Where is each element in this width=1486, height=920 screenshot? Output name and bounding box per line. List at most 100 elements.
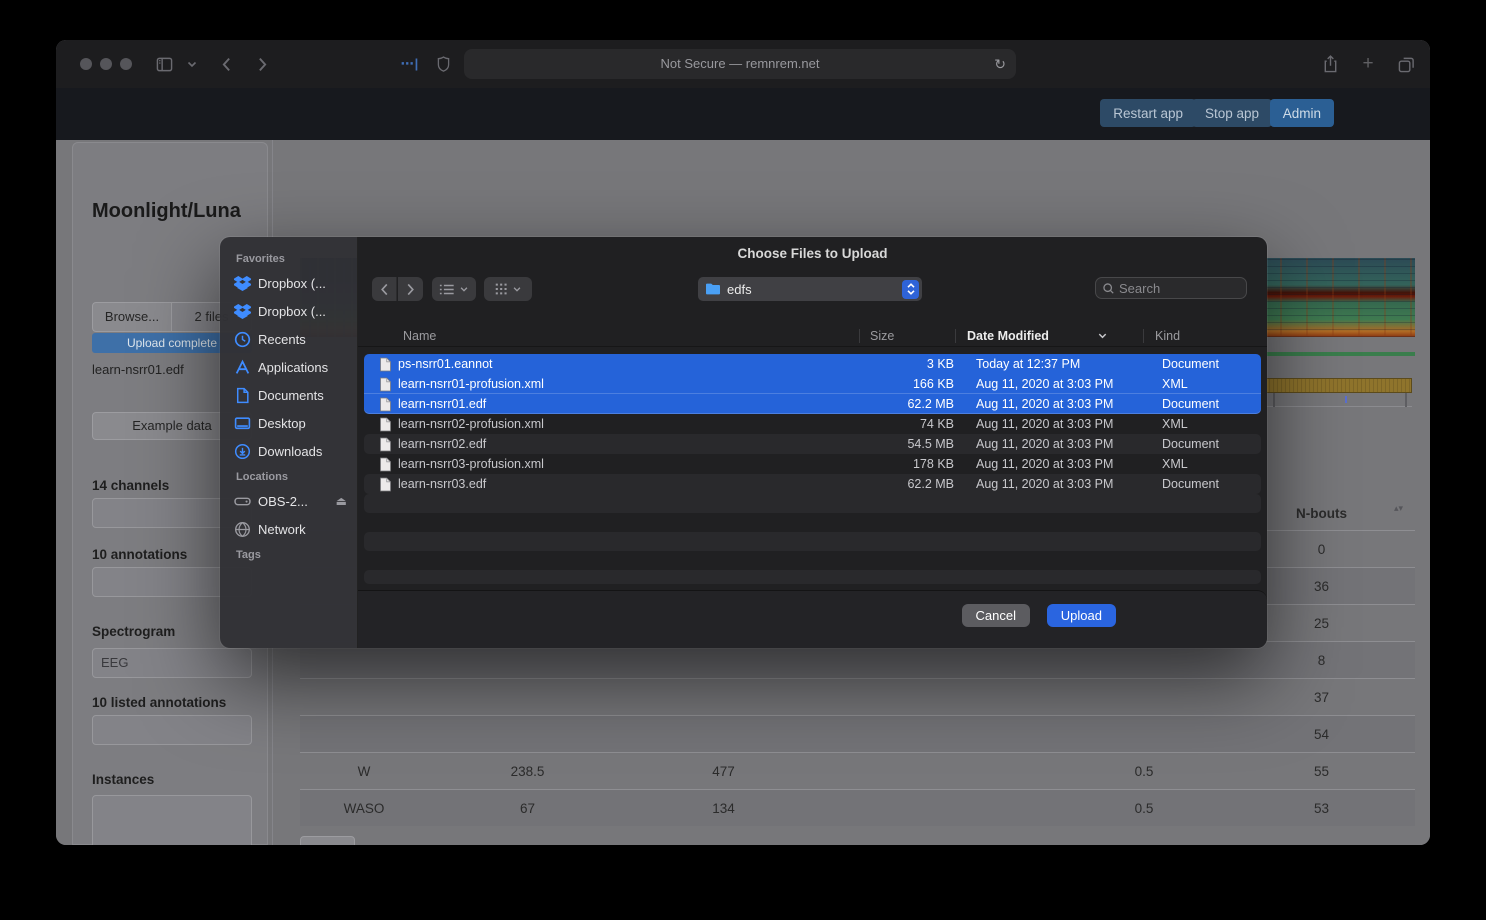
empty-row — [364, 494, 1261, 513]
forward-button[interactable] — [398, 277, 423, 301]
search-input[interactable]: Search — [1095, 277, 1247, 299]
back-icon[interactable] — [214, 52, 238, 76]
file-dialog: FavoritesDropbox (...Dropbox (...Recents… — [220, 237, 1267, 648]
new-tab-icon[interactable]: + — [1356, 52, 1380, 76]
dialog-sidebar-item-dropbox[interactable]: Dropbox (... — [220, 269, 357, 297]
upload-button[interactable]: Upload — [1047, 604, 1116, 627]
empty-row — [364, 551, 1261, 570]
dialog-sidebar-item-desktop[interactable]: Desktop — [220, 409, 357, 437]
file-list: ps-nsrr01.eannot 3 KB Today at 12:37 PM … — [358, 354, 1267, 584]
file-list-header: Name Size Date Modified Kind — [358, 325, 1267, 347]
file-row-learn-nsrr02-edf[interactable]: learn-nsrr02.edf 54.5 MB Aug 11, 2020 at… — [364, 434, 1261, 454]
desktop-icon — [234, 415, 251, 432]
close-window-button[interactable] — [80, 58, 92, 70]
table-row[interactable]: 37 — [300, 678, 1415, 715]
sort-icon[interactable]: ▴▾ — [1394, 504, 1403, 513]
table-row-waso[interactable]: WASO671340.553 — [300, 789, 1415, 826]
dialog-footer: Cancel Upload — [358, 590, 1267, 648]
file-row-learn-nsrr01-edf[interactable]: learn-nsrr01.edf 62.2 MB Aug 11, 2020 at… — [364, 394, 1261, 414]
dialog-sidebar-item-dropbox[interactable]: Dropbox (... — [220, 297, 357, 325]
column-size[interactable]: Size — [860, 329, 955, 343]
file-icon — [379, 397, 392, 412]
dialog-sidebar-item-obs-2[interactable]: OBS-2...⏏ — [220, 487, 357, 515]
dialog-sidebar-item-documents[interactable]: Documents — [220, 381, 357, 409]
address-bar-text: Not Secure — remnrem.net — [661, 56, 820, 71]
table-row[interactable]: 54 — [300, 715, 1415, 752]
eject-icon[interactable]: ⏏ — [336, 494, 347, 508]
reload-icon[interactable]: ↻ — [994, 49, 1006, 79]
folder-dropdown[interactable]: edfs — [698, 277, 922, 301]
icon-view-button[interactable] — [484, 277, 532, 301]
minimize-window-button[interactable] — [100, 58, 112, 70]
file-icon — [379, 477, 392, 492]
dropbox-icon — [234, 303, 251, 320]
globe-icon — [234, 521, 251, 538]
file-row-learn-nsrr01-profusion-xml[interactable]: learn-nsrr01-profusion.xml 166 KB Aug 11… — [364, 374, 1261, 394]
dialog-sidebar: FavoritesDropbox (...Dropbox (...Recents… — [220, 237, 358, 648]
dropdown-stepper-icon — [902, 280, 919, 299]
dialog-sidebar-item-recents[interactable]: Recents — [220, 325, 357, 353]
browser-toolbar: ⋯| Not Secure — remnrem.net ↻ + — [56, 40, 1430, 88]
search-icon — [1102, 282, 1115, 295]
dialog-sidebar-item-network[interactable]: Network — [220, 515, 357, 543]
sidebar-toggle-icon[interactable] — [152, 52, 176, 76]
stop-app-button[interactable]: Stop app — [1192, 99, 1272, 127]
sidebar-section-locations: Locations — [220, 465, 357, 487]
file-icon — [379, 417, 392, 432]
forward-icon[interactable] — [250, 52, 274, 76]
instances-select[interactable] — [92, 795, 252, 845]
file-row-learn-nsrr03-edf[interactable]: learn-nsrr03.edf 62.2 MB Aug 11, 2020 at… — [364, 474, 1261, 494]
dialog-sidebar-item-downloads[interactable]: Downloads — [220, 437, 357, 465]
restart-app-button[interactable]: Restart app — [1100, 99, 1196, 127]
chevron-down-icon[interactable] — [180, 52, 204, 76]
download-icon — [234, 443, 251, 460]
tab-overview-icon[interactable] — [1394, 52, 1418, 76]
page-title: Moonlight/Luna — [92, 200, 252, 223]
browser-window: ⋯| Not Secure — remnrem.net ↻ + Restart … — [56, 40, 1430, 845]
dropbox-icon — [234, 275, 251, 292]
appa-icon — [234, 359, 251, 376]
file-row-ps-nsrr01-eannot[interactable]: ps-nsrr01.eannot 3 KB Today at 12:37 PM … — [364, 354, 1261, 374]
sidebar-section-favorites: Favorites — [220, 247, 357, 269]
search-placeholder: Search — [1119, 281, 1160, 296]
empty-row — [364, 513, 1261, 532]
zoom-window-button[interactable] — [120, 58, 132, 70]
dialog-title: Choose Files to Upload — [358, 237, 1267, 261]
column-kind[interactable]: Kind — [1144, 329, 1180, 343]
address-bar[interactable]: Not Secure — remnrem.net ↻ — [464, 49, 1016, 79]
table-row-w[interactable]: W238.54770.555 — [300, 752, 1415, 789]
folder-dropdown-value: edfs — [727, 282, 752, 297]
file-icon — [379, 437, 392, 452]
empty-row — [364, 532, 1261, 551]
instances-label: Instances — [92, 772, 252, 787]
copy-button[interactable]: Copy — [300, 836, 355, 845]
sidebar-section-tags: Tags — [220, 543, 357, 565]
back-button[interactable] — [372, 277, 397, 301]
admin-button[interactable]: Admin — [1270, 99, 1334, 127]
dialog-sidebar-item-applications[interactable]: Applications — [220, 353, 357, 381]
column-date-modified[interactable]: Date Modified — [956, 329, 1143, 343]
cancel-button[interactable]: Cancel — [962, 604, 1030, 627]
file-icon — [379, 457, 392, 472]
spectrogram-channel-select[interactable]: EEG — [92, 648, 252, 678]
listed-annotations-select[interactable] — [92, 715, 252, 745]
file-icon — [379, 357, 392, 372]
tab-group-icon[interactable]: ⋯| — [392, 52, 428, 76]
app-header: Restart app Stop app Admin — [56, 88, 1430, 140]
dialog-main: Choose Files to Upload edfs Search — [358, 237, 1267, 648]
sort-chevron-icon — [1097, 330, 1108, 341]
shield-icon[interactable] — [431, 52, 455, 76]
file-icon — [379, 377, 392, 392]
list-view-button[interactable] — [432, 277, 476, 301]
browse-button[interactable]: Browse... — [92, 302, 172, 332]
listed-annotations-label: 10 listed annotations — [92, 695, 292, 710]
doc-icon — [234, 387, 251, 404]
file-row-learn-nsrr02-profusion-xml[interactable]: learn-nsrr02-profusion.xml 74 KB Aug 11,… — [364, 414, 1261, 434]
empty-row — [364, 570, 1261, 584]
column-name[interactable]: Name — [358, 329, 859, 343]
share-icon[interactable] — [1318, 52, 1342, 76]
dialog-toolbar: edfs Search — [358, 277, 1267, 303]
disk-icon — [234, 493, 251, 510]
file-row-learn-nsrr03-profusion-xml[interactable]: learn-nsrr03-profusion.xml 178 KB Aug 11… — [364, 454, 1261, 474]
clock-icon — [234, 331, 251, 348]
